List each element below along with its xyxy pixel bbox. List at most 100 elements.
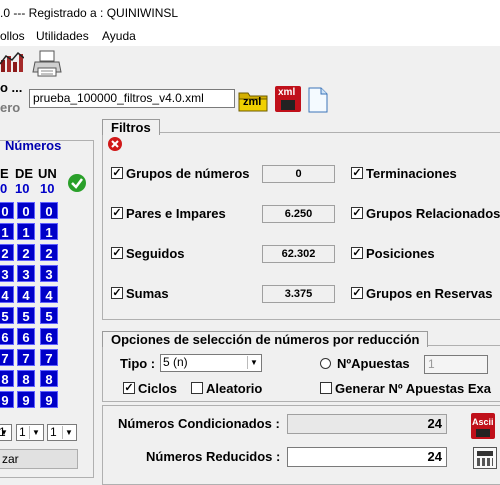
tipo-select[interactable]: 5 (n) ▼	[160, 354, 262, 372]
menu-item-utilidades[interactable]: Utilidades	[36, 29, 89, 43]
number-cell[interactable]: 8	[17, 370, 35, 387]
generar-label: Generar Nº Apuestas Exa	[335, 381, 491, 396]
ascii-label: Ascii	[472, 417, 494, 427]
calculator-icon[interactable]	[473, 447, 497, 469]
napuestas-label: NºApuestas	[337, 356, 410, 371]
aleatorio-label: Aleatorio	[206, 381, 263, 396]
napuestas-input[interactable]: 1	[424, 355, 488, 374]
number-cell[interactable]: 3	[17, 265, 35, 282]
number-cell[interactable]: 4	[40, 286, 58, 303]
number-cell[interactable]: 7	[40, 349, 58, 366]
number-cell[interactable]: 9	[40, 391, 58, 408]
number-cell[interactable]: 1	[0, 223, 14, 240]
seguidos-checkbox[interactable]: ✓	[111, 247, 123, 259]
number-cell[interactable]: 7	[17, 349, 35, 366]
number-cell[interactable]: 5	[40, 307, 58, 324]
number-cell[interactable]: 1	[17, 223, 35, 240]
posiciones-checkbox[interactable]: ✓	[351, 247, 363, 259]
number-cell[interactable]: 6	[17, 328, 35, 345]
number-cell[interactable]: 3	[40, 265, 58, 282]
menu-bar: ollos Utilidades Ayuda	[0, 26, 500, 46]
close-icon[interactable]	[108, 137, 122, 151]
grupos-relacionados-checkbox[interactable]: ✓	[351, 207, 363, 219]
generar-checkbox[interactable]	[320, 382, 332, 394]
number-cell[interactable]: 2	[40, 244, 58, 261]
title-bar: .0 --- Registrado a : QUINIWINSL	[0, 0, 500, 26]
terminaciones-checkbox[interactable]: ✓	[351, 167, 363, 179]
grupos-numeros-checkbox[interactable]: ✓	[111, 167, 123, 179]
reducidos-label: Números Reducidos :	[146, 449, 281, 464]
pares-impares-checkbox[interactable]: ✓	[111, 207, 123, 219]
select-e[interactable]: 1 ▼	[0, 424, 12, 441]
seguidos-value: 62.302	[262, 245, 335, 263]
chevron-down-icon: ▼	[0, 426, 10, 439]
new-document-icon[interactable]	[307, 87, 329, 113]
toolbar-label-top: o ...	[0, 80, 23, 95]
ascii-icon[interactable]: Ascii	[471, 413, 495, 439]
chevron-down-icon: ▼	[247, 356, 260, 369]
select-de-value: 1	[19, 425, 26, 439]
number-cell[interactable]: 3	[0, 265, 14, 282]
filtros-title: Filtros	[102, 119, 160, 135]
header-de: DE	[15, 166, 34, 181]
menu-item-archivo[interactable]: ollos	[0, 29, 25, 43]
number-cell[interactable]: 8	[0, 370, 14, 387]
condicionados-label: Números Condicionados :	[118, 416, 280, 431]
save-xml-icon[interactable]: xml	[275, 86, 301, 112]
number-cell[interactable]: 4	[0, 286, 14, 303]
ciclos-checkbox[interactable]: ✓	[123, 382, 135, 394]
grupos-reservas-checkbox[interactable]: ✓	[351, 287, 363, 299]
number-cell[interactable]: 0	[40, 202, 58, 219]
header-e: E	[0, 166, 9, 181]
number-cell[interactable]: 2	[0, 244, 14, 261]
printer-icon[interactable]	[32, 50, 62, 78]
number-cell[interactable]: 7	[0, 349, 14, 366]
open-xml-label: zml	[243, 96, 262, 108]
sumas-label: Sumas	[126, 286, 169, 301]
actualizar-button[interactable]: zar	[0, 449, 78, 469]
number-cell[interactable]: 8	[40, 370, 58, 387]
number-cell[interactable]: 0	[17, 202, 35, 219]
header-un: UN	[38, 166, 57, 181]
menu-item-ayuda[interactable]: Ayuda	[102, 29, 136, 43]
sumas-checkbox[interactable]: ✓	[111, 287, 123, 299]
numeros-title: Números	[5, 138, 62, 153]
number-cell[interactable]: 2	[17, 244, 35, 261]
pares-impares-label: Pares e Impares	[126, 206, 226, 221]
select-de[interactable]: 1 ▼	[16, 424, 44, 441]
sumas-value: 3.375	[262, 285, 335, 303]
number-cell[interactable]: 1	[40, 223, 58, 240]
opciones-title: Opciones de selección de números por red…	[102, 331, 429, 347]
grupos-reservas-label: Grupos en Reservas	[366, 286, 493, 301]
tipo-select-value: 5 (n)	[163, 355, 188, 369]
chart-icon[interactable]	[0, 50, 25, 74]
grupos-relacionados-label: Grupos Relacionados	[366, 206, 500, 221]
condicionados-value: 24	[287, 414, 447, 434]
number-cell[interactable]: 9	[17, 391, 35, 408]
number-cell[interactable]: 6	[40, 328, 58, 345]
save-xml-label: xml	[278, 87, 296, 98]
select-un-value: 1	[50, 425, 57, 439]
terminaciones-label: Terminaciones	[366, 166, 457, 181]
header-value-un: 10	[40, 181, 55, 196]
napuestas-radio[interactable]	[320, 358, 331, 369]
number-cell[interactable]: 9	[0, 391, 14, 408]
grupos-numeros-value: 0	[262, 165, 335, 183]
number-cell[interactable]: 5	[17, 307, 35, 324]
window-title: .0 --- Registrado a : QUINIWINSL	[0, 6, 179, 20]
grupos-numeros-label: Grupos de números	[126, 166, 250, 181]
ciclos-label: Ciclos	[138, 381, 178, 396]
aleatorio-checkbox[interactable]	[191, 382, 203, 394]
number-cell[interactable]: 5	[0, 307, 14, 324]
number-cell[interactable]: 4	[17, 286, 35, 303]
number-cell[interactable]: 0	[0, 202, 14, 219]
chevron-down-icon: ▼	[29, 426, 42, 439]
file-name-field[interactable]: prueba_100000_filtros_v4.0.xml	[29, 89, 235, 108]
seguidos-label: Seguidos	[126, 246, 185, 261]
check-ok-icon[interactable]	[68, 174, 86, 192]
select-un[interactable]: 1 ▼	[47, 424, 77, 441]
posiciones-label: Posiciones	[366, 246, 435, 261]
tipo-label: Tipo :	[120, 356, 156, 371]
open-xml-folder-icon[interactable]: zml	[238, 88, 268, 112]
number-cell[interactable]: 6	[0, 328, 14, 345]
